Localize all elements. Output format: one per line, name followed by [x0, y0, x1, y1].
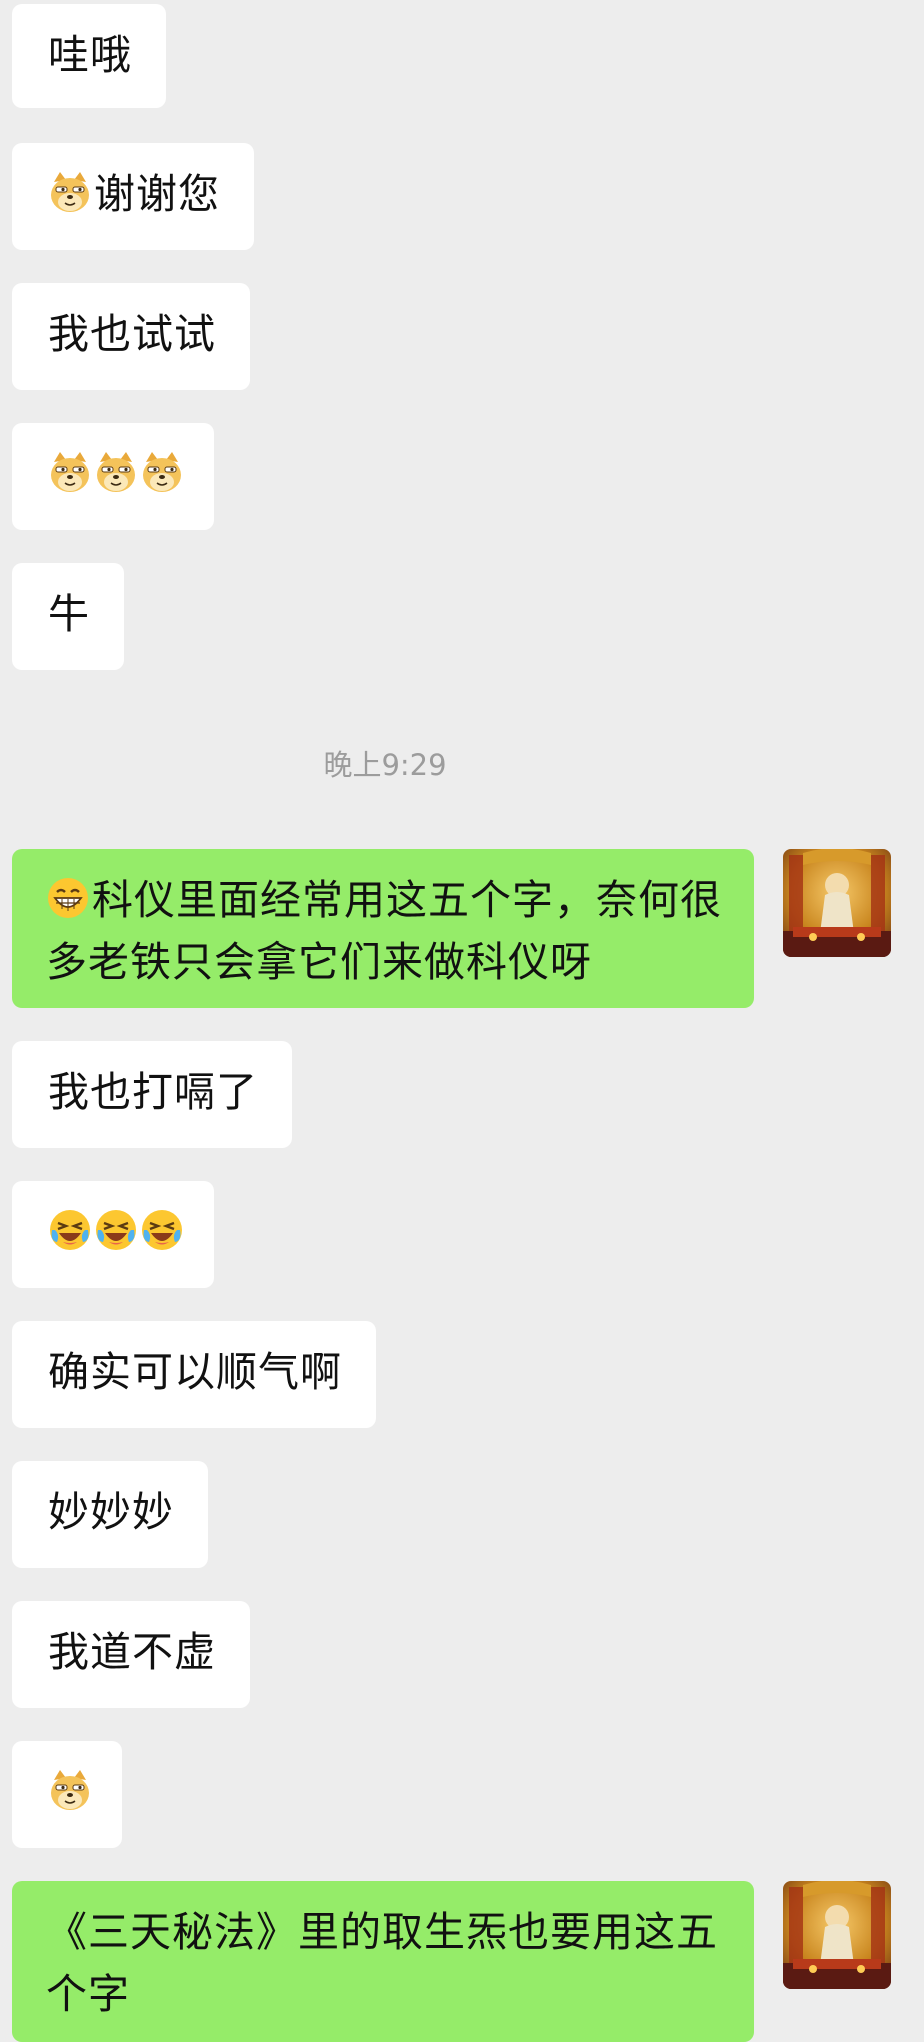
message-bubble[interactable]: 我也试试	[12, 283, 250, 390]
message-bubble[interactable]: 确实可以顺气啊	[12, 1321, 376, 1428]
message-text: 谢谢您	[94, 170, 220, 218]
laugh-cry-emoji-icon	[94, 1208, 138, 1252]
message-bubble[interactable]	[12, 423, 214, 530]
doge-emoji-icon	[48, 450, 92, 494]
message-bubble[interactable]: 哇哦	[12, 4, 166, 108]
message-bubble[interactable]: 我也打嗝了	[12, 1041, 292, 1148]
doge-emoji-icon	[140, 450, 184, 494]
message-bubble[interactable]: 牛	[12, 563, 124, 670]
message-bubble[interactable]: 《三天秘法》里的取生炁也要用这五个字	[12, 1881, 754, 2042]
grin-emoji-icon	[46, 876, 90, 920]
doge-emoji-icon	[48, 1768, 92, 1812]
laugh-cry-emoji-icon	[140, 1208, 184, 1252]
timestamp: 晚上9:29	[323, 748, 447, 782]
message-text: 我也打嗝了	[48, 1068, 258, 1116]
doge-emoji-icon	[94, 450, 138, 494]
message-text: 牛	[48, 590, 90, 638]
message-text: 科仪里面经常用这五个字，奈何很多老铁只会拿它们来做科仪呀	[46, 876, 722, 986]
avatar[interactable]	[783, 1881, 891, 1989]
doge-emoji-icon	[48, 170, 92, 214]
chat-area: 哇哦 谢谢您 我也试试 牛 晚上9:29 科仪里面经常用这五个字，奈何很多老铁只…	[0, 0, 924, 2042]
message-bubble[interactable]: 科仪里面经常用这五个字，奈何很多老铁只会拿它们来做科仪呀	[12, 849, 754, 1008]
message-bubble[interactable]: 谢谢您	[12, 143, 254, 250]
message-text: 我道不虚	[48, 1628, 216, 1676]
message-text: 妙妙妙	[48, 1488, 174, 1536]
message-text: 确实可以顺气啊	[48, 1348, 342, 1396]
message-text: 我也试试	[48, 310, 216, 358]
message-text: 《三天秘法》里的取生炁也要用这五个字	[46, 1908, 718, 2018]
laugh-cry-emoji-icon	[48, 1208, 92, 1252]
message-bubble[interactable]: 我道不虚	[12, 1601, 250, 1708]
message-bubble[interactable]	[12, 1181, 214, 1288]
message-text: 哇哦	[48, 31, 132, 79]
message-bubble[interactable]	[12, 1741, 122, 1848]
message-bubble[interactable]: 妙妙妙	[12, 1461, 208, 1568]
avatar[interactable]	[783, 849, 891, 957]
